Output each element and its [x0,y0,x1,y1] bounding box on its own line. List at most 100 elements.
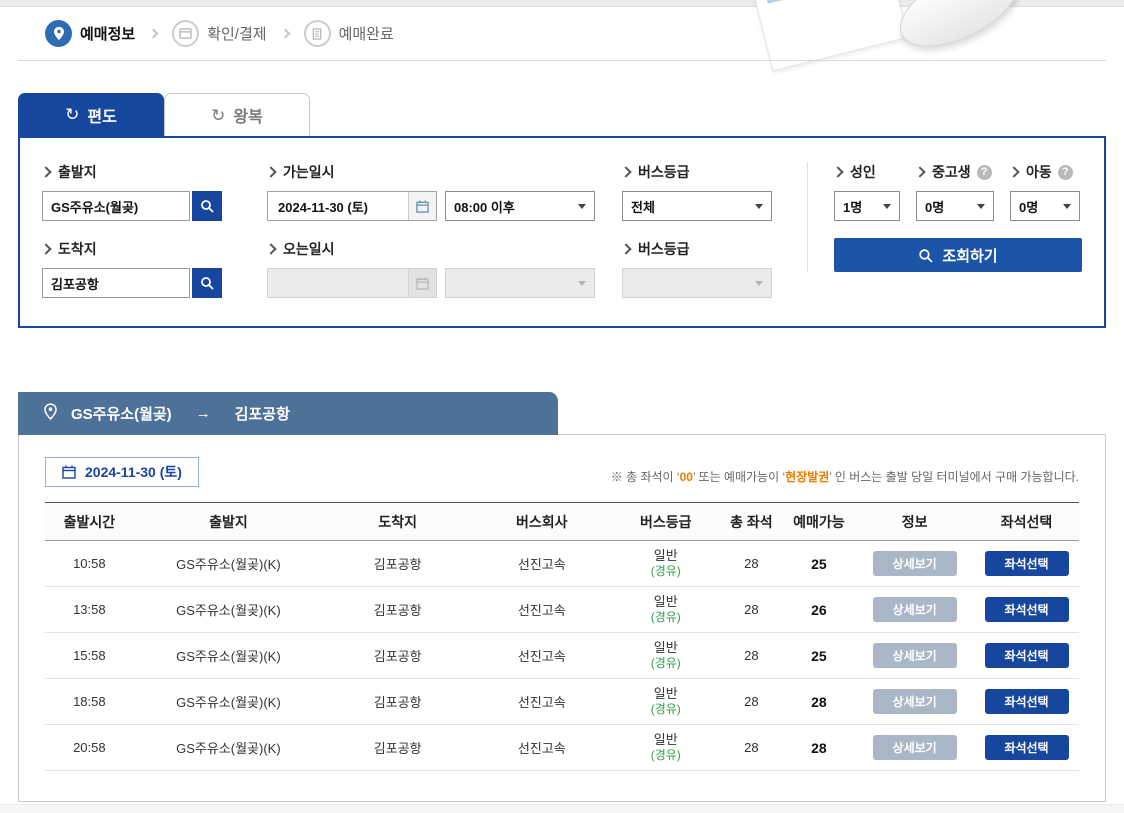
cell-destination: 김포공항 [323,725,472,771]
search-submit-button[interactable]: 조회하기 [834,238,1082,272]
route-from: GS주유소(월곶) [71,403,172,424]
child-count-select[interactable]: 0명 [1010,191,1080,221]
cell-grade: 일반(경유) [611,541,720,587]
depart-date-value: 2024-11-30 (토) [278,197,368,216]
chevron-down-icon [883,204,891,209]
cell-company: 선진고속 [472,541,611,587]
cell-origin: GS주유소(월곶)(K) [134,541,323,587]
top-strip [0,0,1124,7]
detail-button[interactable]: 상세보기 [873,643,957,668]
cell-info: 상세보기 [855,633,974,679]
notice-segment: ’ 인 버스는 출발 당일 터미널에서 구매 가능합니다. [829,470,1079,484]
bus-grade-group: 버스등급 전체 버스등급 [622,162,807,298]
cell-company: 선진고속 [472,633,611,679]
tab-oneway-label: 편도 [87,103,116,127]
seat-select-button[interactable]: 좌석선택 [985,735,1069,760]
child-label: 아동 ? [1010,162,1080,182]
detail-button[interactable]: 상세보기 [873,597,957,622]
cell-total-seats: 28 [720,679,782,725]
cell-info: 상세보기 [855,679,974,725]
student-count-value: 0명 [925,197,944,216]
cell-origin: GS주유소(월곶)(K) [134,725,323,771]
table-header-row: 출발시간 출발지 도착지 버스회사 버스등급 총 좌석 예매가능 정보 좌석선택 [45,503,1079,541]
table-row: 13:58 GS주유소(월곶)(K) 김포공항 선진고속 일반(경유) 28 2… [45,587,1079,633]
chevron-down-icon [578,281,586,286]
chevron-right-icon [149,29,159,39]
cell-company: 선진고속 [472,587,611,633]
bus-grade-via: (경유) [611,702,720,717]
departure-search-button[interactable] [192,191,222,221]
header-grade: 버스등급 [611,503,720,541]
cell-seat-select: 좌석선택 [974,587,1079,633]
table-row: 15:58 GS주유소(월곶)(K) 김포공항 선진고속 일반(경유) 28 2… [45,633,1079,679]
header-available: 예매가능 [783,503,856,541]
depart-datetime-label: 가는일시 [267,162,622,182]
detail-button[interactable]: 상세보기 [873,735,957,760]
calendar-icon [408,269,436,297]
return-time-select [445,268,595,298]
child-label-text: 아동 [1026,162,1052,182]
table-row: 20:58 GS주유소(월곶)(K) 김포공항 선진고속 일반(경유) 28 2… [45,725,1079,771]
cell-available: 28 [783,725,856,771]
seat-select-button[interactable]: 좌석선택 [985,551,1069,576]
help-icon[interactable]: ? [1058,165,1073,180]
seat-select-button[interactable]: 좌석선택 [985,643,1069,668]
adult-count-select[interactable]: 1명 [834,191,900,221]
breadcrumb-step-booking-info[interactable]: 예매정보 [45,20,135,47]
cell-seat-select: 좌석선택 [974,725,1079,771]
cell-info: 상세보기 [855,587,974,633]
result-date-button[interactable]: 2024-11-30 (토) [45,457,199,487]
cell-total-seats: 28 [720,633,782,679]
cell-company: 선진고속 [472,725,611,771]
passenger-group: 성인 1명 중고생 ? 0명 [807,162,1082,272]
bus-grade-select[interactable]: 전체 [622,191,772,221]
cell-depart-time: 13:58 [45,587,134,633]
bus-grade-via: (경유) [611,610,720,625]
breadcrumb-label: 확인/결제 [207,23,266,44]
bus-grade: 일반 [611,732,720,748]
departure-input[interactable] [42,191,190,221]
bus-grade-via: (경유) [611,748,720,763]
location-pin-icon [44,403,57,424]
cell-seat-select: 좌석선택 [974,679,1079,725]
notice-segment: ※ 총 좌석이 ‘ [611,470,680,484]
chevron-down-icon [1063,204,1071,209]
header-seat-select: 좌석선택 [974,503,1079,541]
detail-button[interactable]: 상세보기 [873,551,957,576]
search-form-panel: 출발지 도착지 가는일시 2024-11-30 (토) [18,136,1106,328]
payment-card-icon [172,20,199,47]
calendar-icon[interactable] [408,192,436,220]
tab-roundtrip[interactable]: ↻ 왕복 [164,93,310,136]
student-count-select[interactable]: 0명 [916,191,994,221]
cell-origin: GS주유소(월곶)(K) [134,633,323,679]
refresh-icon: ↻ [65,106,79,123]
header-total-seats: 총 좌석 [720,503,782,541]
cell-seat-select: 좌석선택 [974,633,1079,679]
depart-date-field[interactable]: 2024-11-30 (토) [267,191,437,221]
route-header: GS주유소(월곶) → 김포공항 [18,392,558,435]
cell-depart-time: 20:58 [45,725,134,771]
bus-grade-via: (경유) [611,656,720,671]
return-datetime-label: 오는일시 [267,239,622,259]
trip-type-tabs: ↻ 편도 ↻ 왕복 [18,93,1106,136]
breadcrumb-step-confirm-payment[interactable]: 확인/결제 [172,20,266,47]
bus-grade-return-select [622,268,772,298]
departure-label: 출발지 [42,162,267,182]
chevron-down-icon [578,204,586,209]
tab-oneway[interactable]: ↻ 편도 [18,93,164,136]
results-box: 2024-11-30 (토) ※ 총 좌석이 ‘00’ 또는 예매가능이 ‘현장… [18,434,1106,802]
seat-select-button[interactable]: 좌석선택 [985,597,1069,622]
breadcrumb-step-booking-complete[interactable]: 예매완료 [304,20,394,47]
depart-time-select[interactable]: 08:00 이후 [445,191,595,221]
chevron-down-icon [755,281,763,286]
seat-select-button[interactable]: 좌석선택 [985,689,1069,714]
cell-available: 25 [783,633,856,679]
return-date-field [267,268,437,298]
detail-button[interactable]: 상세보기 [873,689,957,714]
arrival-input[interactable] [42,268,190,298]
help-icon[interactable]: ? [977,165,992,180]
document-icon [304,20,331,47]
table-row: 18:58 GS주유소(월곶)(K) 김포공항 선진고속 일반(경유) 28 2… [45,679,1079,725]
arrival-search-button[interactable] [192,268,222,298]
cell-company: 선진고속 [472,679,611,725]
